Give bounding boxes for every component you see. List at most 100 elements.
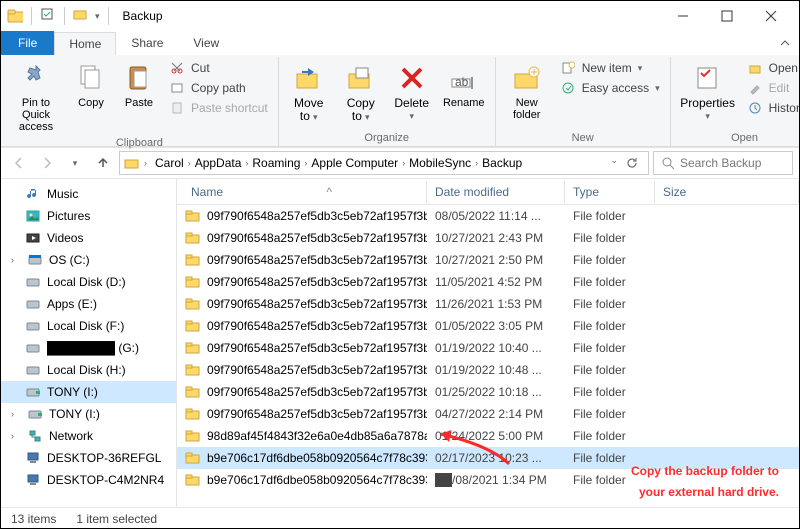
sidebar-item[interactable]: Pictures [1,205,176,227]
breadcrumb-box[interactable]: › Carol› AppData› Roaming› Apple Compute… [119,151,649,175]
qat-dropdown-icon[interactable]: ▾ [95,11,100,22]
usb-icon [27,406,43,422]
folder-icon [185,296,201,312]
status-bar: 13 items 1 item selected [1,507,799,529]
column-headers[interactable]: Name ^ Date modified Type Size [177,179,799,205]
folder-icon [185,208,201,224]
folder-icon [185,428,201,444]
minimize-button[interactable] [661,2,705,30]
table-row[interactable]: 09f790f6548a257ef5db3c5eb72af1957f3b2a..… [177,337,799,359]
videos-icon [25,230,41,246]
easy-access-button[interactable]: Easy access ▾ [560,79,660,97]
tab-share[interactable]: Share [116,31,178,55]
crumb: AppData [191,156,246,170]
disk-icon [25,362,41,378]
nav-up-button[interactable] [91,151,115,175]
sidebar-item[interactable]: Local Disk (H:) [1,359,176,381]
table-row[interactable]: 09f790f6548a257ef5db3c5eb72af1957f3b2a..… [177,249,799,271]
copy-path-button[interactable]: Copy path [169,79,268,97]
sidebar-item[interactable]: Music [1,183,176,205]
paste-button[interactable]: Paste [117,59,161,135]
sidebar-item[interactable]: ›OS (C:) [1,249,176,271]
nav-back-button[interactable] [7,151,31,175]
sidebar-item[interactable]: ›TONY (I:) [1,403,176,425]
delete-button[interactable]: Delete ▾ [389,59,435,130]
sidebar-item[interactable]: Local Disk (F:) [1,315,176,337]
properties-button[interactable]: Properties ▾ [677,59,739,130]
table-row[interactable]: 09f790f6548a257ef5db3c5eb72af1957f3b2a..… [177,293,799,315]
sidebar[interactable]: MusicPicturesVideos›OS (C:)Local Disk (D… [1,179,177,507]
folder-icon [185,384,201,400]
folder-icon [185,406,201,422]
titlebar: ▾ Backup [1,1,799,31]
address-bar: ▾ › Carol› AppData› Roaming› Apple Compu… [1,147,799,179]
history-button[interactable]: History [747,99,800,117]
maximize-button[interactable] [705,2,749,30]
table-row[interactable]: 09f790f6548a257ef5db3c5eb72af1957f3b2a..… [177,381,799,403]
disk-icon [25,296,41,312]
pasteshortcut-icon [169,100,185,116]
addr-dropdown-icon[interactable]: ⌄ [610,155,618,171]
paste-shortcut-button[interactable]: Paste shortcut [169,99,268,117]
crumb: Backup [478,156,526,170]
sidebar-item[interactable]: Local Disk (D:) [1,271,176,293]
table-row[interactable]: 09f790f6548a257ef5db3c5eb72af1957f3b2a..… [177,359,799,381]
music-icon [25,186,41,202]
tab-file[interactable]: File [1,31,54,55]
table-row[interactable]: 09f790f6548a257ef5db3c5eb72af1957f3b2a..… [177,315,799,337]
pin-quickaccess-button[interactable]: Pin to Quick access [7,59,65,135]
search-input[interactable]: Search Backup [653,151,793,175]
content: MusicPicturesVideos›OS (C:)Local Disk (D… [1,179,799,507]
table-row[interactable]: 09f790f6548a257ef5db3c5eb72af1957f3b2a..… [177,271,799,293]
pc-icon [25,450,41,466]
search-icon [660,155,676,171]
sidebar-item[interactable]: Apps (E:) [1,293,176,315]
close-button[interactable] [749,2,793,30]
nav-forward-button[interactable] [35,151,59,175]
annotation-arrow [431,426,511,466]
refresh-icon[interactable] [624,155,640,171]
sidebar-item[interactable]: ›Network [1,425,176,447]
edit-button[interactable]: Edit [747,79,800,97]
copypath-icon [169,80,185,96]
crumb: MobileSync [405,156,475,170]
open-button[interactable]: Open ▾ [747,59,800,77]
tab-view[interactable]: View [178,31,234,55]
rename-button[interactable]: ab Rename [439,59,489,130]
sidebar-item[interactable]: DESKTOP-36REFGL [1,447,176,469]
move-to-button[interactable]: Move to ▾ [285,59,333,130]
sidebar-item[interactable]: TONY (I:) [1,381,176,403]
folder-icon [124,155,140,171]
table-row[interactable]: 09f790f6548a257ef5db3c5eb72af1957f3b2a..… [177,227,799,249]
new-item-button[interactable]: New item ▾ [560,59,660,77]
folder-icon [185,472,201,488]
edit-icon [747,80,763,96]
disk-icon [25,274,41,290]
scissors-icon [169,60,185,76]
table-row[interactable]: 09f790f6548a257ef5db3c5eb72af1957f3b2a..… [177,403,799,425]
copy-to-button[interactable]: Copy to ▾ [337,59,385,130]
folder-icon [185,230,201,246]
nav-recent-button[interactable]: ▾ [63,151,87,175]
folder-icon [185,252,201,268]
folder-icon [185,340,201,356]
window-title: Backup [123,9,163,23]
folder-icon [185,274,201,290]
qat-newfolder-icon[interactable] [73,8,89,24]
cut-button[interactable]: Cut [169,59,268,77]
crumb: Carol [151,156,188,170]
group-clipboard: Pin to Quick access Copy Paste Cut Copy … [1,57,279,146]
newitem-icon [560,60,576,76]
sidebar-item[interactable]: ████████ (G:) [1,337,176,359]
folder-icon [7,8,23,24]
table-row[interactable]: 09f790f6548a257ef5db3c5eb72af1957f3b2a..… [177,205,799,227]
crumb: Apple Computer [307,156,402,170]
copy-button[interactable]: Copy [69,59,113,135]
new-folder-button[interactable]: New folder [502,59,552,130]
sidebar-item[interactable]: Videos [1,227,176,249]
sidebar-item[interactable]: DESKTOP-C4M2NR4 [1,469,176,491]
tab-home[interactable]: Home [54,32,116,55]
qat-properties-icon[interactable] [40,8,56,24]
ribbon-collapse-icon[interactable] [777,35,793,51]
group-organize: Move to ▾ Copy to ▾ Delete ▾ ab Rename O… [279,57,496,146]
